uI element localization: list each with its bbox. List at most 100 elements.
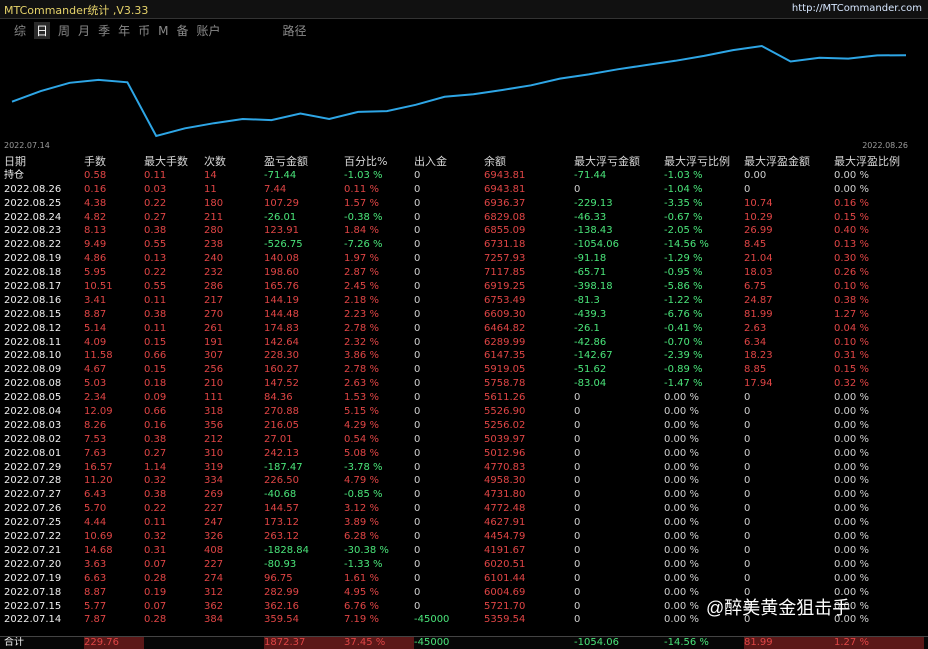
table-row[interactable]: 2022.08.03 8.26 0.16 356 216.05 4.29 % 0 5256.0… bbox=[0, 419, 928, 433]
table-row[interactable]: 2022.08.08 5.03 0.18 210 147.52 2.63 % 0 5758.7… bbox=[0, 377, 928, 391]
table-row[interactable]: 持仓 0.58 0.11 14 -71.44 -1.03 % 0 6943.81 -71.44 -… bbox=[0, 169, 928, 183]
header-11[interactable]: 最大浮盈比例 bbox=[834, 155, 924, 169]
cell-9: -0.95 % bbox=[664, 267, 703, 279]
cell-11: 0.00 % bbox=[834, 489, 869, 501]
table-row[interactable]: 2022.08.10 11.58 0.66 307 228.30 3.86 % 0 6147.… bbox=[0, 349, 928, 363]
cell-7: 4958.30 bbox=[484, 475, 526, 487]
table-row[interactable]: 2022.08.04 12.09 0.66 318 270.88 5.15 % 0 5526.… bbox=[0, 405, 928, 419]
cell-4: 27.01 bbox=[264, 433, 293, 445]
cell-4: 282.99 bbox=[264, 586, 299, 598]
cell-5: 5.15 % bbox=[344, 406, 379, 418]
table-row[interactable]: 2022.08.01 7.63 0.27 310 242.13 5.08 % 0 5012.9… bbox=[0, 447, 928, 461]
cell-2: 0.09 bbox=[144, 392, 167, 404]
cell-4: 123.91 bbox=[264, 225, 299, 237]
table-row[interactable]: 2022.07.26 5.70 0.22 227 144.57 3.12 % 0 4772.4… bbox=[0, 502, 928, 516]
table-row[interactable]: 2022.08.16 3.41 0.11 217 144.19 2.18 % 0 6753.4… bbox=[0, 294, 928, 308]
cell-9: 0.00 % bbox=[664, 461, 699, 473]
cell-1: 7.53 bbox=[84, 433, 107, 445]
tab-10[interactable]: 路径 bbox=[283, 22, 307, 39]
tab-9[interactable]: 账户 bbox=[196, 22, 220, 39]
table-row[interactable]: 2022.08.02 7.53 0.38 212 27.01 0.54 % 0 5039.97… bbox=[0, 433, 928, 447]
cell-3: 111 bbox=[204, 392, 224, 404]
table-row[interactable]: 2022.07.25 4.44 0.11 247 173.12 3.89 % 0 4627.9… bbox=[0, 516, 928, 530]
cell-6: 0 bbox=[414, 489, 421, 501]
header-10[interactable]: 最大浮盈金额 bbox=[744, 155, 834, 169]
cell-10: 0 bbox=[744, 572, 751, 584]
table-row[interactable]: 2022.08.19 4.86 0.13 240 140.08 1.97 % 0 7257.9… bbox=[0, 252, 928, 266]
table-row[interactable]: 2022.08.25 4.38 0.22 180 107.29 1.57 % 0 6936.3… bbox=[0, 197, 928, 211]
tab-1[interactable]: 日 bbox=[34, 22, 51, 39]
tab-4[interactable]: 季 bbox=[98, 22, 110, 39]
cell-6: 0 bbox=[414, 239, 421, 251]
cell-5: 5.08 % bbox=[344, 447, 379, 459]
table-row[interactable]: 2022.08.05 2.34 0.09 111 84.36 1.53 % 0 5611.26… bbox=[0, 391, 928, 405]
cell-5: -0.38 % bbox=[344, 211, 383, 223]
header-6[interactable]: 出入金 bbox=[414, 155, 484, 169]
header-1[interactable]: 手数 bbox=[84, 155, 144, 169]
cell-5: 0.54 % bbox=[344, 433, 379, 445]
cell-2: 0.18 bbox=[144, 378, 167, 390]
cell-8: 0 bbox=[574, 558, 581, 570]
header-5[interactable]: 百分比% bbox=[344, 155, 414, 169]
tab-7[interactable]: M bbox=[158, 24, 168, 38]
table-row[interactable]: 2022.08.22 9.49 0.55 238 -526.75 -7.26 % 0 6731… bbox=[0, 238, 928, 252]
watermark-text: @醉美黄金狙击手 bbox=[706, 598, 851, 618]
table-row[interactable]: 2022.07.28 11.20 0.32 334 226.50 4.79 % 0 4958.… bbox=[0, 474, 928, 488]
table-row[interactable]: 2022.08.18 5.95 0.22 232 198.60 2.87 % 0 7117.8… bbox=[0, 266, 928, 280]
table-row[interactable]: 2022.07.29 16.57 1.14 319 -187.47 -3.78 % 0 477… bbox=[0, 461, 928, 475]
cell-3: 180 bbox=[204, 197, 224, 209]
table-row[interactable]: 2022.08.23 8.13 0.38 280 123.91 1.84 % 0 6855.0… bbox=[0, 224, 928, 238]
table-row[interactable]: 2022.08.24 4.82 0.27 211 -26.01 -0.38 % 0 6829.… bbox=[0, 211, 928, 225]
cell-8: -229.13 bbox=[574, 197, 613, 209]
cell-5: 2.87 % bbox=[344, 267, 379, 279]
cell-9: 0.00 % bbox=[664, 531, 699, 543]
cell-1: 4.67 bbox=[84, 364, 107, 376]
cell-0: 2022.07.26 bbox=[4, 503, 62, 515]
cell-5: 2.78 % bbox=[344, 322, 379, 334]
table-row[interactable]: 2022.07.21 14.68 0.31 408 -1828.84 -30.38 % 0 4… bbox=[0, 544, 928, 558]
cell-3: 210 bbox=[204, 378, 224, 390]
header-9[interactable]: 最大浮亏比例 bbox=[664, 155, 744, 169]
cell-4: 173.12 bbox=[264, 517, 299, 529]
header-8[interactable]: 最大浮亏金额 bbox=[574, 155, 664, 169]
summary-cell-8: -1054.06 bbox=[574, 637, 619, 648]
header-3[interactable]: 次数 bbox=[204, 155, 264, 169]
table-row[interactable]: 2022.08.12 5.14 0.11 261 174.83 2.78 % 0 6464.8… bbox=[0, 322, 928, 336]
header-4[interactable]: 盈亏金额 bbox=[264, 155, 344, 169]
cell-2: 0.66 bbox=[144, 350, 167, 362]
table-row[interactable]: 2022.08.17 10.51 0.55 286 165.76 2.45 % 0 6919.… bbox=[0, 280, 928, 294]
tab-2[interactable]: 周 bbox=[58, 22, 70, 39]
table-row[interactable]: 2022.07.22 10.69 0.32 326 263.12 6.28 % 0 4454.… bbox=[0, 530, 928, 544]
summary-cell-0: 合计 bbox=[4, 637, 24, 648]
header-7[interactable]: 余额 bbox=[484, 155, 574, 169]
tab-0[interactable]: 综 bbox=[14, 22, 26, 39]
tab-5[interactable]: 年 bbox=[118, 22, 130, 39]
table-row[interactable]: 2022.08.26 0.16 0.03 11 7.44 0.11 % 0 6943.81 0 -… bbox=[0, 183, 928, 197]
table-row[interactable]: 2022.07.27 6.43 0.38 269 -40.68 -0.85 % 0 4731.… bbox=[0, 488, 928, 502]
tab-8[interactable]: 备 bbox=[176, 22, 188, 39]
cell-11: 0.00 % bbox=[834, 447, 869, 459]
cell-3: 211 bbox=[204, 211, 224, 223]
tab-6[interactable]: 币 bbox=[138, 22, 150, 39]
chart-start-date: 2022.07.14 bbox=[4, 141, 50, 150]
cell-11: 0.00 % bbox=[834, 531, 869, 543]
cell-5: 3.86 % bbox=[344, 350, 379, 362]
table-row[interactable]: 2022.08.09 4.67 0.15 256 160.27 2.78 % 0 5919.0… bbox=[0, 363, 928, 377]
table-row[interactable]: 2022.07.19 6.63 0.28 274 96.75 1.61 % 0 6101.44… bbox=[0, 572, 928, 586]
website-link[interactable]: http://MTCommander.com bbox=[792, 3, 922, 14]
cell-1: 12.09 bbox=[84, 406, 113, 418]
cell-8: 0 bbox=[574, 392, 581, 404]
header-2[interactable]: 最大手数 bbox=[144, 155, 204, 169]
table-row[interactable]: 2022.08.15 8.87 0.38 270 144.48 2.23 % 0 6609.3… bbox=[0, 308, 928, 322]
table-row[interactable]: 2022.07.20 3.63 0.07 227 -80.93 -1.33 % 0 6020.… bbox=[0, 558, 928, 572]
tab-3[interactable]: 月 bbox=[78, 22, 90, 39]
cell-0: 2022.08.02 bbox=[4, 433, 62, 445]
header-0[interactable]: 日期 bbox=[4, 155, 80, 169]
cell-1: 4.38 bbox=[84, 197, 107, 209]
table-row[interactable]: 2022.08.11 4.09 0.15 191 142.64 2.32 % 0 6289.9… bbox=[0, 336, 928, 350]
cell-4: 228.30 bbox=[264, 350, 299, 362]
cell-6: 0 bbox=[414, 169, 421, 181]
cell-7: 6731.18 bbox=[484, 239, 526, 251]
cell-7: 6004.69 bbox=[484, 586, 526, 598]
cell-8: -81.3 bbox=[574, 294, 600, 306]
